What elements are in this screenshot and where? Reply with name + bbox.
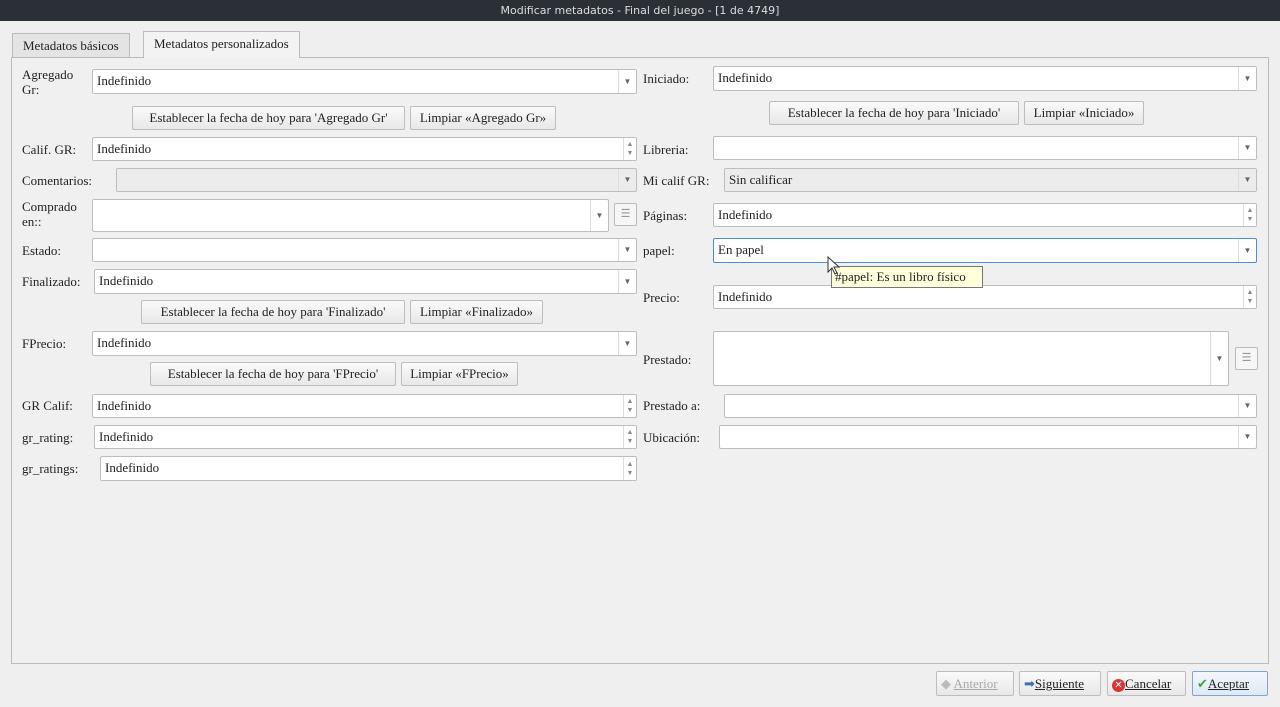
iniciado-clear-button[interactable]: Limpiar «Iniciado» xyxy=(1024,101,1144,125)
fprecio-set-today-button[interactable]: Establecer la fecha de hoy para 'FPrecio… xyxy=(150,362,396,386)
cancel-icon: ✕ xyxy=(1112,679,1125,692)
window-title: Modificar metadatos - Final del juego - … xyxy=(0,0,1280,21)
gr-calif-value: Indefinido xyxy=(97,398,152,413)
chevron-down-icon[interactable]: ▼ xyxy=(1238,426,1256,448)
previous-button[interactable]: ◆ Anterior xyxy=(936,671,1014,696)
checkmark-icon: ✔ xyxy=(1197,676,1208,691)
cancel-button[interactable]: ✕ Cancelar xyxy=(1107,671,1186,696)
prestado-combo[interactable]: ▼ xyxy=(713,331,1229,386)
ubicacion-combo[interactable]: ▼ xyxy=(719,425,1257,449)
fprecio-label: FPrecio: xyxy=(22,336,67,351)
mi-calif-gr-value: Sin calificar xyxy=(729,172,793,187)
gr-calif-label: GR Calif: xyxy=(22,398,73,413)
fprecio-clear-button[interactable]: Limpiar «FPrecio» xyxy=(401,362,518,386)
iniciado-value: Indefinido xyxy=(718,70,773,85)
tab-metadatos-personalizados[interactable]: Metadatos personalizados xyxy=(143,31,300,58)
mouse-cursor-icon xyxy=(827,256,841,275)
libreria-combo[interactable]: ▼ xyxy=(713,136,1257,160)
estado-label: Estado: xyxy=(22,243,61,258)
chevron-down-icon[interactable]: ▼ xyxy=(618,239,636,261)
spin-arrows-icon[interactable]: ▲ ▼ xyxy=(623,426,636,448)
prestado-a-combo[interactable]: ▼ xyxy=(724,394,1257,418)
mi-calif-gr-label: Mi calif GR: xyxy=(643,173,710,188)
finalizado-date[interactable]: Indefinido ▼ xyxy=(94,269,637,294)
spin-arrows-icon[interactable]: ▲ ▼ xyxy=(623,395,636,417)
prestado-label: Prestado: xyxy=(643,352,692,367)
edit-list-button[interactable]: ☰ xyxy=(1235,347,1258,370)
precio-value: Indefinido xyxy=(718,289,773,304)
gr-rating-value: Indefinido xyxy=(99,429,154,444)
arrow-left-icon: ◆ xyxy=(941,676,951,691)
spin-arrows-icon[interactable]: ▲ ▼ xyxy=(623,138,636,160)
gr-ratings-spinbox[interactable]: Indefinido ▲ ▼ xyxy=(100,456,637,481)
gr-ratings-label: gr_ratings: xyxy=(22,461,79,476)
chevron-down-icon[interactable]: ▼ xyxy=(1238,395,1256,417)
edit-list-button[interactable]: ☰ xyxy=(614,203,637,226)
agregado-gr-date[interactable]: Indefinido ▼ xyxy=(92,69,637,94)
calif-gr-spinbox[interactable]: Indefinido ▲ ▼ xyxy=(92,137,637,161)
arrow-right-icon: ➡ xyxy=(1024,676,1035,691)
prestado-a-label: Prestado a: xyxy=(643,398,701,413)
precio-label: Precio: xyxy=(643,290,680,305)
ubicacion-label: Ubicación: xyxy=(643,430,701,445)
cancel-label: Cancelar xyxy=(1125,676,1172,691)
chevron-down-icon[interactable]: ▼ xyxy=(1210,332,1228,385)
calif-gr-value: Indefinido xyxy=(97,141,152,156)
next-label: Siguiente xyxy=(1034,676,1085,691)
fprecio-value: Indefinido xyxy=(97,335,152,350)
iniciado-label: Iniciado: xyxy=(643,71,690,86)
calif-gr-label: Calif. GR: xyxy=(22,142,77,157)
paginas-spinbox[interactable]: Indefinido ▲ ▼ xyxy=(713,203,1257,227)
spin-arrows-icon[interactable]: ▲ ▼ xyxy=(1243,286,1256,308)
gr-ratings-value: Indefinido xyxy=(105,460,160,475)
paginas-label: Páginas: xyxy=(643,208,688,223)
finalizado-label: Finalizado: xyxy=(22,274,81,289)
accept-label: Aceptar xyxy=(1207,676,1250,691)
iniciado-set-today-button[interactable]: Establecer la fecha de hoy para 'Iniciad… xyxy=(769,101,1019,125)
chevron-down-icon[interactable]: ▼ xyxy=(1238,67,1256,90)
chevron-down-icon[interactable]: ▼ xyxy=(618,332,636,355)
estado-combo[interactable]: ▼ xyxy=(92,238,637,262)
papel-combo[interactable]: En papel ▼ xyxy=(713,238,1257,263)
precio-spinbox[interactable]: Indefinido ▲ ▼ xyxy=(713,285,1257,309)
next-button[interactable]: ➡Siguiente xyxy=(1019,671,1101,696)
gr-calif-spinbox[interactable]: Indefinido ▲ ▼ xyxy=(92,394,637,418)
agregado-gr-set-today-button[interactable]: Establecer la fecha de hoy para 'Agregad… xyxy=(132,106,405,130)
previous-label: Anterior xyxy=(953,676,998,691)
agregado-gr-label: Agregado Gr: xyxy=(22,67,74,97)
finalizado-set-today-button[interactable]: Establecer la fecha de hoy para 'Finaliz… xyxy=(141,300,405,324)
tab-metadatos-basicos[interactable]: Metadatos básicos xyxy=(12,33,130,58)
chevron-down-icon[interactable]: ▼ xyxy=(1238,137,1256,159)
comprado-en-label: Comprado en:: xyxy=(22,199,77,229)
papel-value: En papel xyxy=(718,242,764,257)
agregado-gr-value: Indefinido xyxy=(97,73,152,88)
chevron-down-icon[interactable]: ▼ xyxy=(618,270,636,293)
papel-tooltip: #papel: Es un libro físico xyxy=(831,266,983,288)
finalizado-value: Indefinido xyxy=(99,273,154,288)
chevron-down-icon[interactable]: ▼ xyxy=(1238,239,1256,262)
chevron-down-icon[interactable]: ▼ xyxy=(618,70,636,93)
comentarios-label: Comentarios: xyxy=(22,173,93,188)
papel-label: papel: xyxy=(643,243,675,258)
paginas-value: Indefinido xyxy=(718,207,773,222)
spin-arrows-icon[interactable]: ▲ ▼ xyxy=(623,457,636,480)
comentarios-combo[interactable]: ▼ xyxy=(116,168,637,192)
comprado-en-combo[interactable]: ▼ xyxy=(92,199,609,232)
chevron-down-icon[interactable]: ▼ xyxy=(590,200,608,231)
libreria-label: Libreria: xyxy=(643,142,689,157)
finalizado-clear-button[interactable]: Limpiar «Finalizado» xyxy=(410,300,543,324)
chevron-down-icon[interactable]: ▼ xyxy=(618,169,636,191)
gr-rating-spinbox[interactable]: Indefinido ▲ ▼ xyxy=(94,425,637,449)
gr-rating-label: gr_rating: xyxy=(22,430,74,445)
fprecio-date[interactable]: Indefinido ▼ xyxy=(92,331,637,356)
accept-button[interactable]: ✔Aceptar xyxy=(1192,671,1268,696)
agregado-gr-clear-button[interactable]: Limpiar «Agregado Gr» xyxy=(410,106,556,130)
iniciado-date[interactable]: Indefinido ▼ xyxy=(713,66,1257,91)
chevron-down-icon[interactable]: ▼ xyxy=(1238,169,1256,191)
spin-arrows-icon[interactable]: ▲ ▼ xyxy=(1243,204,1256,226)
mi-calif-gr-combo[interactable]: Sin calificar ▼ xyxy=(724,168,1257,192)
